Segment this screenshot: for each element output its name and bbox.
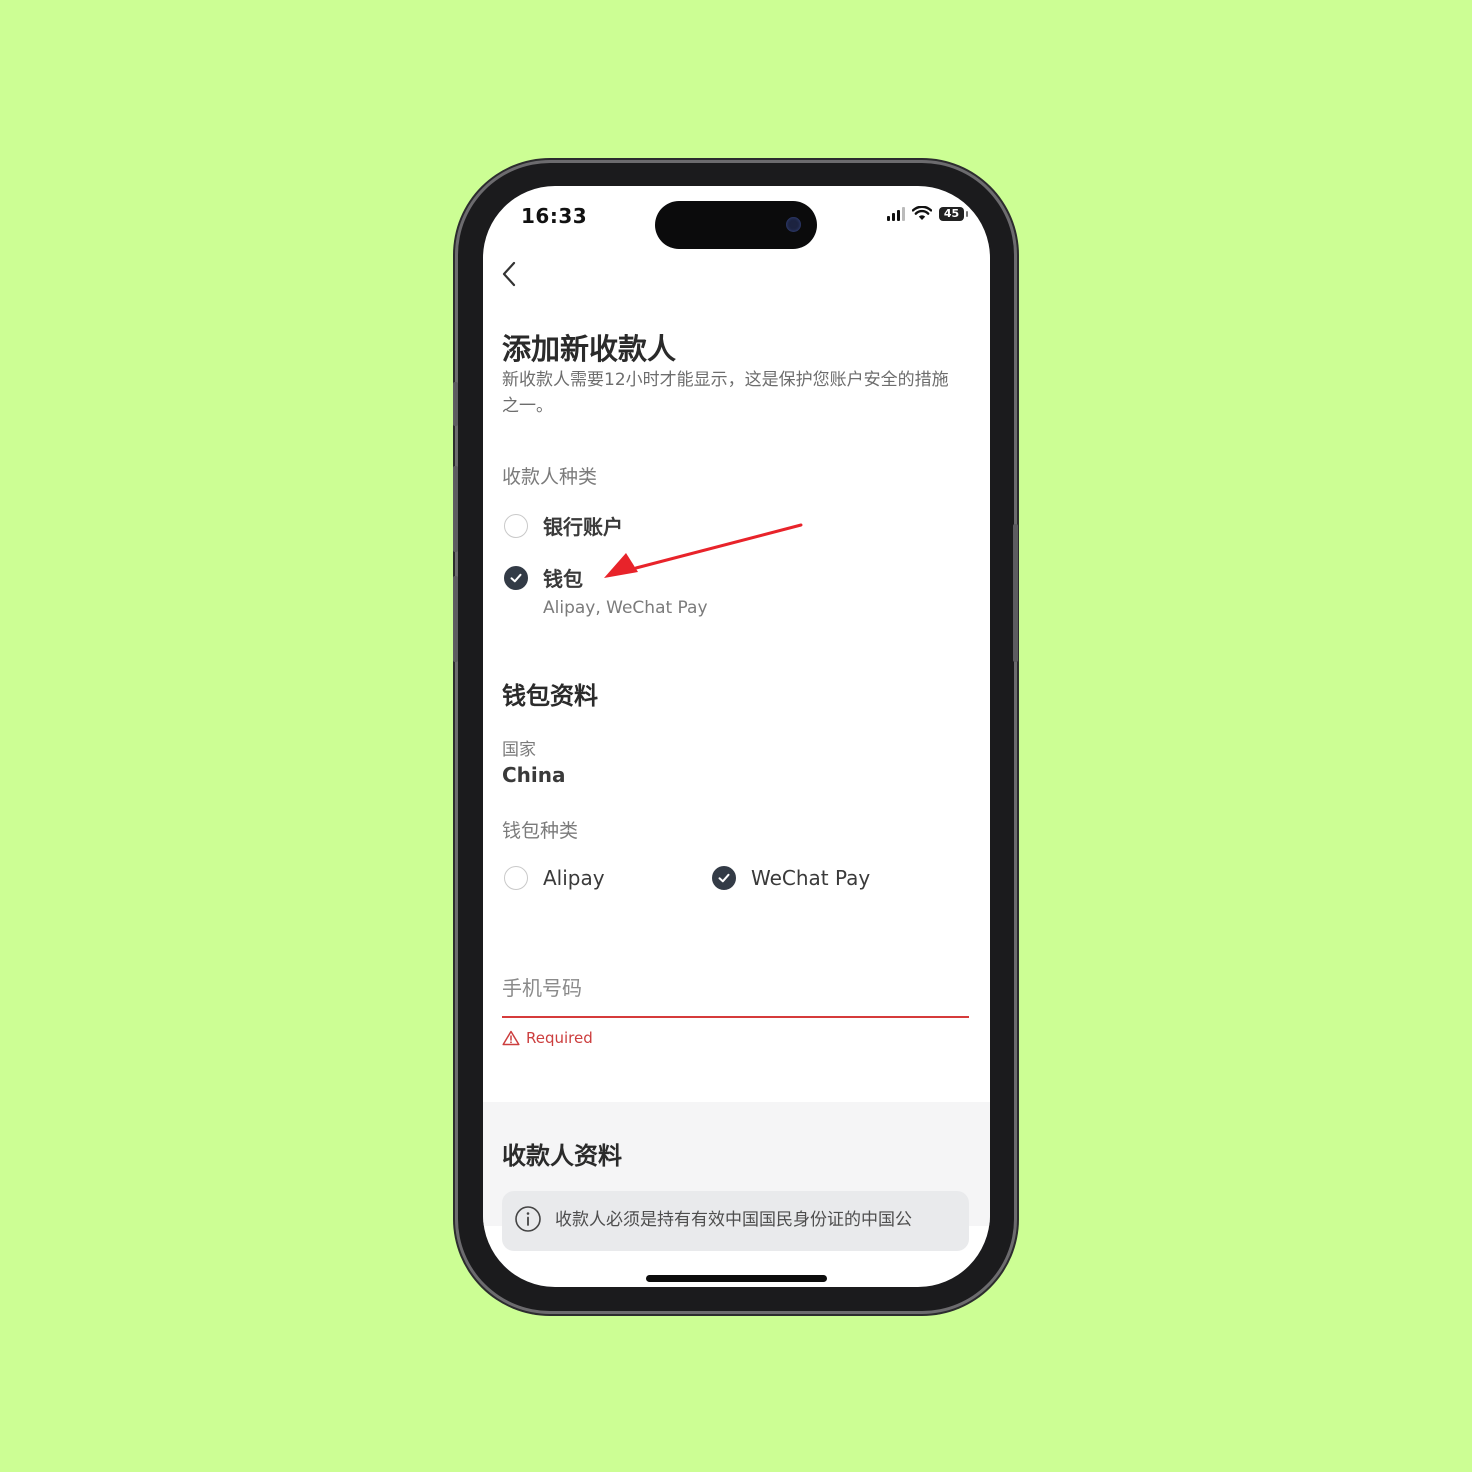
power-button	[1013, 524, 1018, 662]
country-value[interactable]: China	[502, 763, 566, 787]
payee-info-section: 收款人资料 收款人必须是持有有效中国国民身份证的中国公	[483, 1102, 990, 1251]
check-icon	[718, 873, 730, 883]
info-circle-icon	[515, 1206, 541, 1232]
page-title: 添加新收款人	[502, 332, 677, 366]
check-icon	[510, 573, 522, 582]
wallet-hint: Alipay, WeChat Pay	[543, 598, 708, 618]
annotation-arrow-icon	[604, 523, 803, 578]
radio-unchecked-icon[interactable]	[504, 866, 528, 890]
wifi-icon	[912, 206, 932, 220]
volume-down-button	[453, 576, 458, 662]
radio-wechat-pay-label: WeChat Pay	[751, 866, 871, 890]
radio-unchecked-icon[interactable]	[504, 513, 528, 538]
error-text: Required	[526, 1029, 593, 1047]
phone-number-error: Required	[502, 1029, 593, 1047]
warning-triangle-icon	[502, 1030, 520, 1046]
radio-checked-icon[interactable]	[712, 866, 736, 890]
battery-icon: 45	[939, 206, 968, 221]
volume-up-button	[453, 466, 458, 552]
notice-text: 收款人必须是持有有效中国国民身份证的中国公	[555, 1210, 912, 1230]
status-time: 16:33	[521, 204, 588, 228]
payee-type-label: 收款人种类	[502, 466, 598, 488]
notice-box: 收款人必须是持有有效中国国民身份证的中国公	[502, 1191, 969, 1251]
radio-checked-icon[interactable]	[504, 565, 528, 590]
phone-screen: 16:33 45 添加新收款人 新收款人需要12小时才能显示，这是保护您账户安全…	[483, 186, 990, 1287]
radio-alipay[interactable]: Alipay	[504, 866, 605, 890]
radio-wechat-pay[interactable]: WeChat Pay	[712, 866, 870, 890]
status-icons: 45	[887, 206, 968, 221]
radio-wallet[interactable]: 钱包	[504, 563, 583, 592]
phone-number-field[interactable]: 手机号码	[502, 972, 582, 1001]
radio-wallet-label: 钱包	[543, 567, 583, 591]
action-button	[453, 382, 458, 426]
home-indicator[interactable]	[646, 1275, 827, 1282]
country-label: 国家	[502, 740, 536, 760]
wallet-type-label: 钱包种类	[502, 820, 579, 842]
cellular-signal-icon	[887, 206, 905, 221]
phone-number-underline	[502, 1016, 969, 1018]
radio-alipay-label: Alipay	[543, 866, 605, 890]
dynamic-island	[655, 201, 817, 249]
page-subtitle: 新收款人需要12小时才能显示，这是保护您账户安全的措施之一。	[502, 370, 949, 416]
chevron-left-icon[interactable]	[499, 260, 521, 288]
payee-info-title: 收款人资料	[502, 1142, 622, 1170]
wallet-info-title: 钱包资料	[502, 682, 598, 710]
camera-icon	[786, 217, 801, 232]
